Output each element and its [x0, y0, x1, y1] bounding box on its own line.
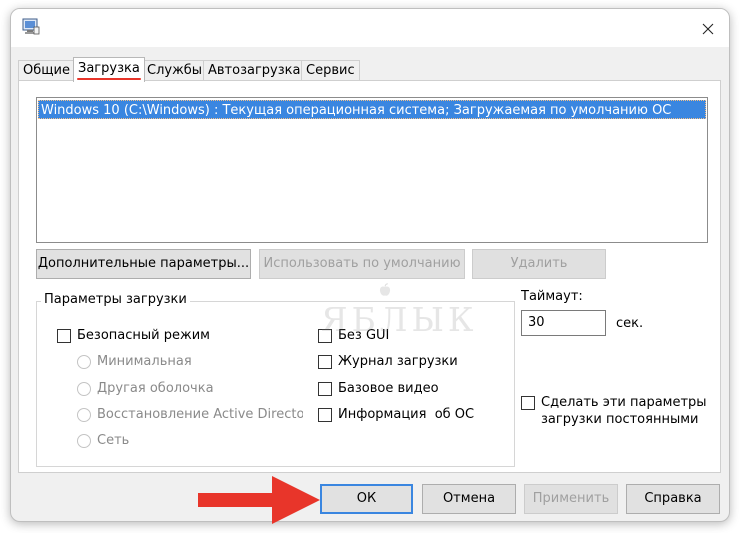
boot-log-label: Журнал загрузки — [338, 354, 458, 369]
tab-label: Службы — [147, 63, 203, 78]
radio-circle — [77, 407, 91, 422]
boot-options-title: Параметры загрузки — [41, 292, 190, 307]
active-tab-underline — [77, 78, 141, 80]
title-bar — [11, 9, 729, 47]
make-permanent-label: Сделать эти параметры загрузки постоянны… — [541, 394, 707, 428]
advanced-options-button[interactable]: Дополнительные параметры... — [36, 249, 251, 279]
radio-circle — [77, 354, 91, 369]
boot-tab-panel: Windows 10 (C:\Windows) : Текущая операц… — [18, 80, 721, 473]
radio-label: Другая оболочка — [97, 381, 214, 396]
timeout-unit: сек. — [616, 316, 644, 331]
make-permanent-line2: загрузки постоянными — [541, 412, 699, 427]
radio-network[interactable]: Сеть — [77, 433, 129, 448]
os-info-label: Информация об ОС — [338, 407, 475, 422]
tab-startup[interactable]: Автозагрузка — [203, 60, 306, 81]
boot-options-group: Параметры загрузки Безопасный режим Мини… — [36, 292, 515, 467]
apple-logo-icon — [379, 283, 391, 296]
os-list[interactable]: Windows 10 (C:\Windows) : Текущая операц… — [36, 97, 708, 243]
tab-services[interactable]: Службы — [142, 60, 208, 81]
checkbox-box — [318, 381, 332, 396]
timeout-input[interactable]: 30 — [521, 310, 606, 336]
checkbox-box — [521, 396, 535, 410]
checkbox-box — [57, 328, 71, 343]
tab-label: Сервис — [306, 63, 355, 78]
radio-minimal[interactable]: Минимальная — [77, 354, 192, 369]
radio-circle — [77, 433, 91, 448]
checkbox-box — [318, 354, 332, 369]
checkbox-box — [318, 328, 332, 343]
make-permanent-checkbox[interactable]: Сделать эти параметры загрузки постоянны… — [521, 394, 707, 428]
help-button[interactable]: Справка — [626, 484, 720, 514]
tab-tools[interactable]: Сервис — [301, 60, 360, 81]
radio-label: Минимальная — [97, 354, 192, 369]
msconfig-app-icon — [22, 18, 40, 35]
os-info-checkbox[interactable]: Информация об ОС — [318, 407, 474, 422]
no-gui-label: Без GUI — [338, 328, 390, 343]
system-configuration-dialog: Общие Загрузка Службы Автозагрузка Серви… — [10, 8, 730, 522]
tab-boot[interactable]: Загрузка — [73, 57, 145, 82]
red-arrow-pointer-icon — [198, 476, 320, 524]
radio-circle — [77, 381, 91, 396]
safe-boot-checkbox[interactable]: Безопасный режим — [57, 328, 210, 343]
checkbox-box — [318, 407, 332, 422]
radio-alternate-shell[interactable]: Другая оболочка — [77, 381, 214, 396]
safe-boot-label: Безопасный режим — [77, 328, 210, 343]
apply-button[interactable]: Применить — [524, 484, 618, 514]
radio-label: Сеть — [97, 433, 130, 448]
close-button[interactable] — [695, 15, 721, 41]
boot-log-checkbox[interactable]: Журнал загрузки — [318, 354, 458, 369]
tab-label: Загрузка — [78, 61, 140, 76]
radio-label: Восстановление Active Directory — [97, 407, 303, 422]
set-default-button[interactable]: Использовать по умолчанию — [259, 249, 465, 279]
radio-ad-repair[interactable]: Восстановление Active Directory — [77, 407, 303, 422]
tab-general[interactable]: Общие — [18, 60, 75, 81]
make-permanent-line1: Сделать эти параметры — [541, 395, 707, 410]
timeout-label: Таймаут: — [521, 289, 583, 304]
base-video-label: Базовое видео — [338, 381, 439, 396]
ok-button[interactable]: ОК — [320, 484, 413, 514]
tab-label: Автозагрузка — [208, 63, 301, 78]
no-gui-checkbox[interactable]: Без GUI — [318, 328, 389, 343]
base-video-checkbox[interactable]: Базовое видео — [318, 381, 439, 396]
cancel-button[interactable]: Отмена — [422, 484, 516, 514]
tab-label: Общие — [23, 63, 70, 78]
close-icon — [702, 23, 714, 34]
os-list-item[interactable]: Windows 10 (C:\Windows) : Текущая операц… — [38, 100, 706, 119]
delete-button[interactable]: Удалить — [472, 249, 606, 279]
